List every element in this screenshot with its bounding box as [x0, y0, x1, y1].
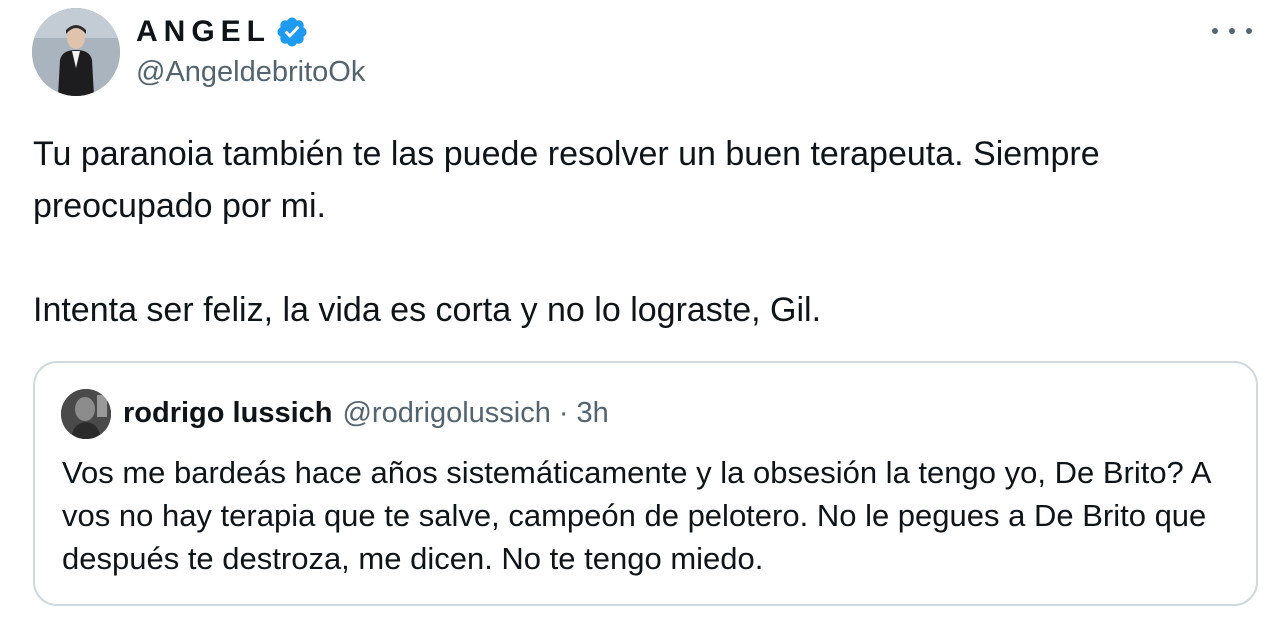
quoted-display-name[interactable]: rodrigo lussich — [123, 397, 332, 430]
tweet-paragraph: Intenta ser feliz, la vida es corta y no… — [33, 291, 822, 329]
author-name-row: ANGEL — [136, 12, 309, 52]
tweet-card: ANGEL @AngeldebritoOk Tu paranoia tambié… — [0, 0, 1280, 628]
quoted-text: Vos me bardeás hace años sistemáticament… — [62, 455, 1210, 576]
tweet-text: Tu paranoia también te las puede resolve… — [33, 128, 1243, 336]
quoted-author-avatar[interactable] — [61, 389, 111, 439]
author-handle[interactable]: @AngeldebritoOk — [136, 56, 365, 89]
quoted-tweet[interactable]: rodrigo lussich @rodrigolussich · 3h Vos… — [33, 361, 1258, 606]
author-display-name[interactable]: ANGEL — [136, 15, 271, 49]
more-options-icon[interactable] — [1212, 16, 1252, 46]
quoted-handle[interactable]: @rodrigolussich — [342, 397, 550, 430]
quoted-timestamp[interactable]: 3h — [577, 397, 609, 430]
quoted-header: rodrigo lussich @rodrigolussich · 3h — [123, 391, 609, 435]
verified-badge-icon[interactable] — [275, 15, 309, 49]
header-separator: · — [558, 396, 569, 429]
author-avatar[interactable] — [32, 8, 120, 96]
tweet-paragraph: Tu paranoia también te las puede resolve… — [33, 135, 1100, 225]
